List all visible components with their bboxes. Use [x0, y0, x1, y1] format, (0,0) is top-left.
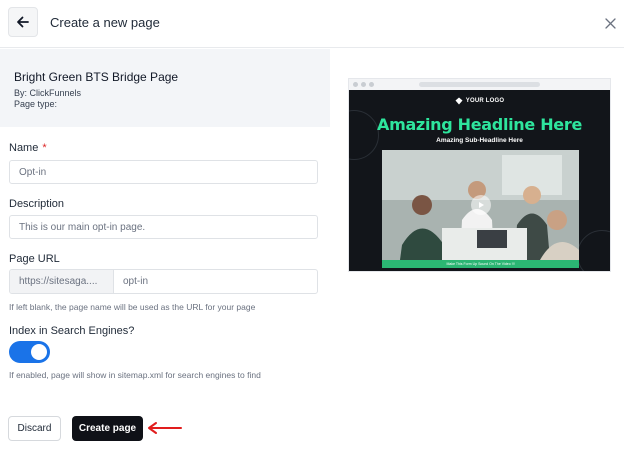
page-header: Create a new page: [0, 0, 624, 48]
url-prefix: https://sitesaga....: [10, 270, 114, 293]
logo-icon: [455, 97, 463, 105]
template-preview: YOUR LOGO Amazing Headline Here Amazing …: [348, 78, 611, 272]
page-url-field: https://sitesaga.... opt-in: [9, 269, 318, 294]
preview-logo: YOUR LOGO: [349, 97, 610, 105]
browser-bar: [349, 79, 610, 90]
browser-dot: [353, 82, 358, 87]
close-icon: [604, 17, 616, 29]
preview-cta-bar: Make This Form Up Sound On The Video !!!: [382, 260, 579, 268]
name-input[interactable]: Opt-in: [9, 160, 318, 184]
name-label-text: Name: [9, 142, 39, 154]
page-title: Create a new page: [50, 15, 160, 30]
preview-page: YOUR LOGO Amazing Headline Here Amazing …: [349, 90, 610, 271]
decor-circle: [577, 230, 610, 271]
index-label: Index in Search Engines?: [9, 325, 135, 337]
discard-button[interactable]: Discard: [8, 416, 61, 441]
template-name: Bright Green BTS Bridge Page: [14, 70, 179, 84]
play-button[interactable]: [471, 195, 491, 215]
browser-dot: [361, 82, 366, 87]
index-toggle[interactable]: [9, 341, 50, 363]
template-page-type: Page type:: [14, 99, 58, 109]
preview-video-image: [382, 150, 579, 260]
preview-subheadline: Amazing Sub-Headline Here: [436, 137, 523, 144]
description-label: Description: [9, 198, 65, 210]
template-author: By: ClickFunnels: [14, 88, 82, 98]
toggle-knob: [31, 344, 47, 360]
name-input-placeholder: Opt-in: [19, 166, 47, 178]
logo-text: YOUR LOGO: [465, 98, 505, 104]
play-icon: [479, 202, 484, 208]
preview-cta-text: Make This Form Up Sound On The Video !!!: [446, 262, 515, 266]
preview-headline: Amazing Headline Here: [376, 115, 583, 134]
description-input[interactable]: This is our main opt-in page.: [9, 215, 318, 239]
url-slug-input[interactable]: opt-in: [114, 270, 317, 293]
page-url-hint: If left blank, the page name will be use…: [9, 302, 256, 312]
arrow-left-icon: [17, 16, 29, 28]
create-page-button[interactable]: Create page: [72, 416, 143, 441]
url-slug-placeholder: opt-in: [123, 276, 149, 287]
index-hint: If enabled, page will show in sitemap.xm…: [9, 370, 261, 380]
name-label: Name *: [9, 142, 47, 154]
annotation-arrow-icon: [148, 422, 182, 434]
back-button[interactable]: [8, 7, 38, 37]
browser-address-bar: [419, 82, 540, 87]
page-url-label: Page URL: [9, 253, 60, 265]
browser-dot: [369, 82, 374, 87]
close-button[interactable]: [601, 14, 619, 32]
required-mark: *: [42, 142, 47, 154]
template-info-panel: Bright Green BTS Bridge Page By: ClickFu…: [0, 49, 330, 127]
description-input-placeholder: This is our main opt-in page.: [19, 221, 146, 233]
